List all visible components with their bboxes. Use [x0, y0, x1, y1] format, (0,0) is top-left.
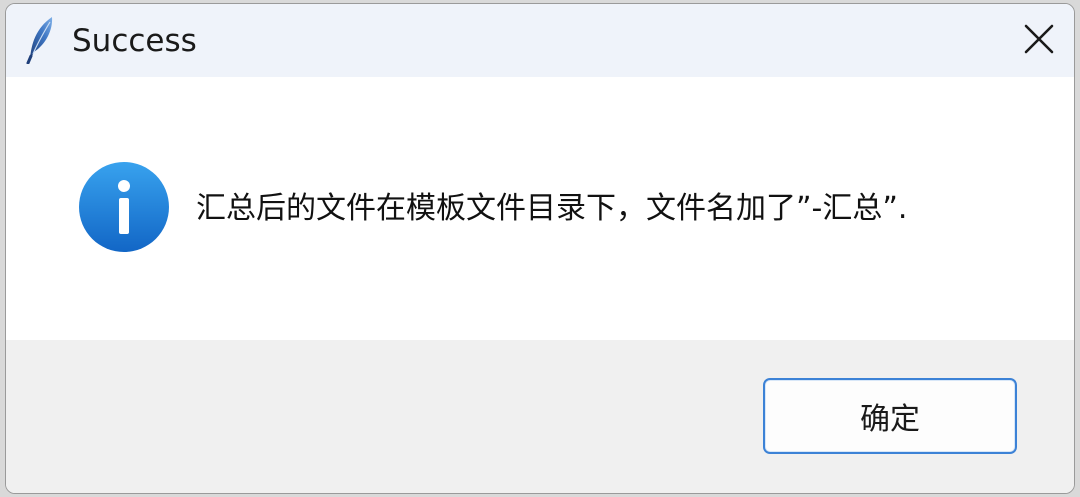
message-text: 汇总后的文件在模板文件目录下，文件名加了”-汇总”.: [196, 191, 908, 226]
feather-icon: [22, 14, 56, 65]
close-icon: [1023, 23, 1055, 59]
close-button[interactable]: [1004, 4, 1074, 77]
dialog-content: 汇总后的文件在模板文件目录下，文件名加了”-汇总”.: [6, 77, 1074, 340]
window-title: Success: [72, 23, 197, 59]
ok-button[interactable]: 确定: [763, 378, 1017, 454]
success-dialog: Success 汇总后的文件在模板文件目录下，文件名加了”-汇总”. 确定: [5, 3, 1075, 494]
button-area: 确定: [6, 340, 1074, 493]
info-icon: [78, 161, 170, 253]
title-bar[interactable]: Success: [6, 4, 1074, 77]
